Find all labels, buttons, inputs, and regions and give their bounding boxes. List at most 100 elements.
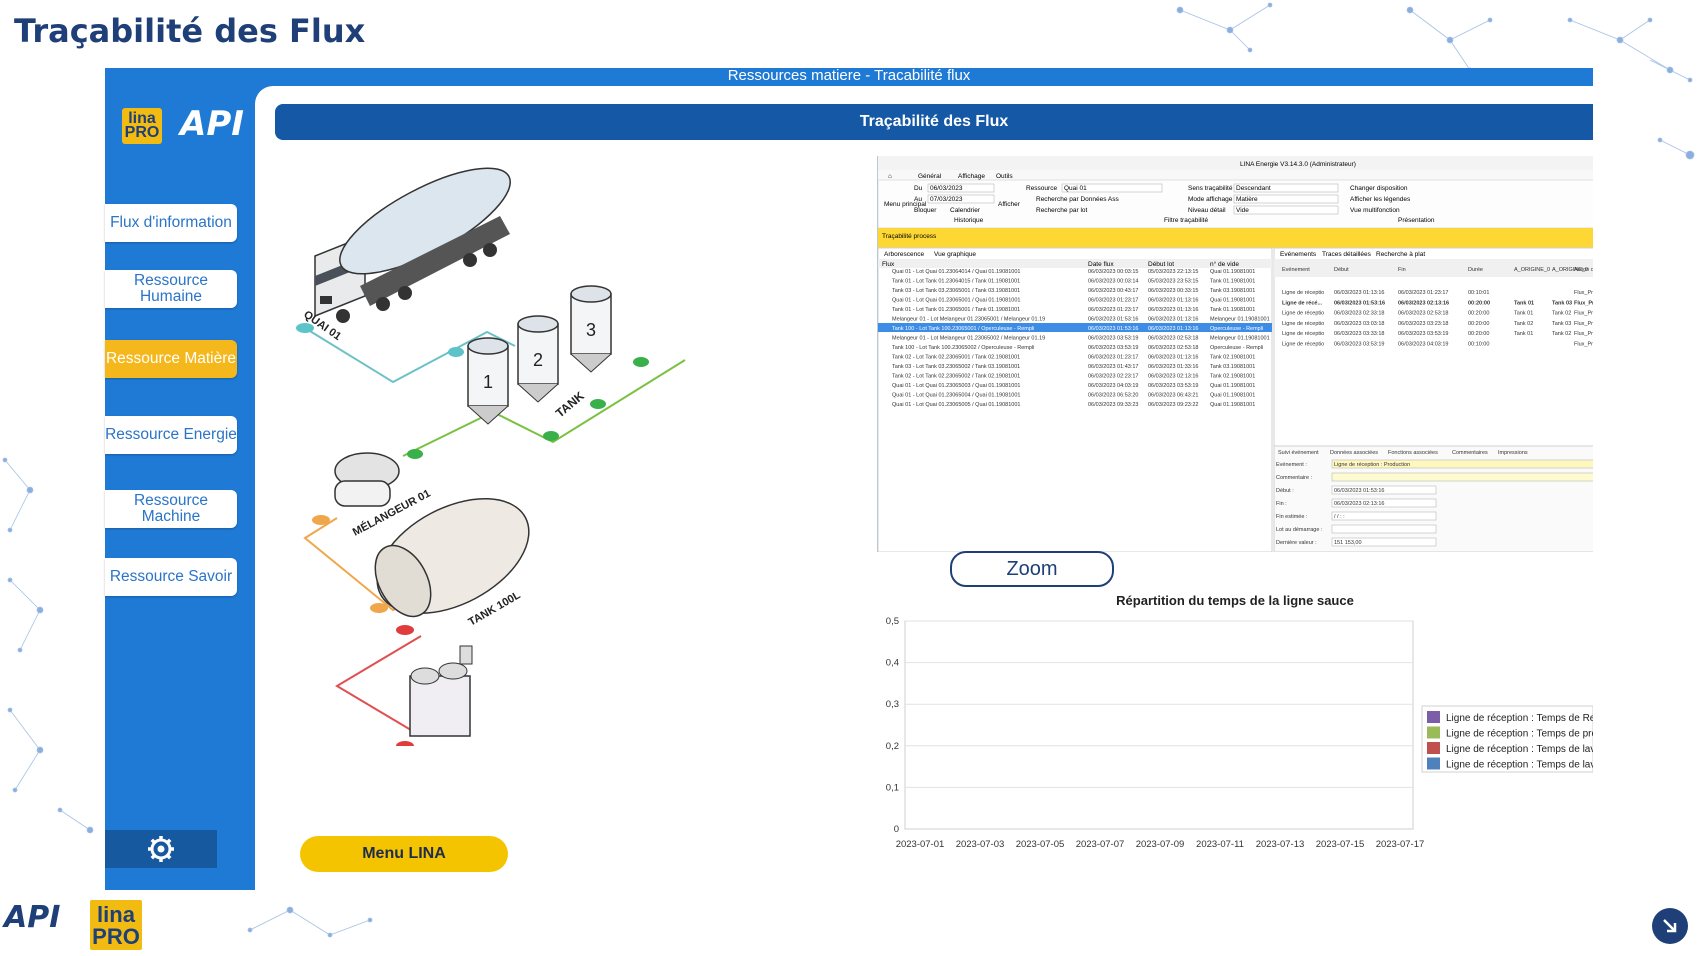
event-cell: 00:10:01 xyxy=(1468,290,1489,296)
chart-xtick: 2023-07-01 xyxy=(896,839,945,850)
tank-100l-outlet-connector xyxy=(396,625,414,635)
tree-row[interactable]: Tank 100 - Lot Tank 100.23065001 / Operc… xyxy=(878,323,1272,332)
event-cell: Ligne de réceptio xyxy=(1282,290,1324,296)
vue-multifonction-button[interactable]: Vue multifonction xyxy=(1350,207,1400,214)
sidebar-item-ressource-energie[interactable]: Ressource Energie xyxy=(105,416,237,454)
event-cell: Flux_Pro xyxy=(1574,311,1593,317)
detail-tab[interactable]: Données associées xyxy=(1330,450,1378,456)
filtre-group-label: Filtre traçabilité xyxy=(1164,217,1208,224)
application-window: Ressources matiere - Tracabilité flux li… xyxy=(105,68,1593,890)
event-cell: 06/03/2023 01:53:16 xyxy=(1334,300,1385,306)
tree-cell: 06/03/2023 06:43:21 xyxy=(1148,393,1198,399)
ribbon-tab-affichage[interactable]: Affichage xyxy=(958,173,985,180)
chart-xtick: 2023-07-03 xyxy=(956,839,1005,850)
du-input[interactable]: 06/03/2023 xyxy=(930,185,963,192)
detail-field-input[interactable] xyxy=(1331,524,1437,534)
event-cell: Ligne de réceptio xyxy=(1282,311,1324,317)
settings-button[interactable] xyxy=(105,830,217,868)
event-header[interactable]: Fin xyxy=(1398,267,1406,273)
tree-header-debut[interactable]: Début lot xyxy=(1148,261,1174,268)
tank-inlet-connector xyxy=(448,347,464,357)
tree-cell: Tank 01.19081001 xyxy=(1210,307,1255,313)
tree-cell: Tank 03.19081001 xyxy=(1210,288,1255,294)
tree-cell: 06/03/2023 01:13:16 xyxy=(1148,317,1198,323)
mode-select[interactable]: Matière xyxy=(1236,196,1258,203)
detail-tab[interactable]: Suivi événement xyxy=(1278,450,1319,456)
detail-tab[interactable]: Commentaires xyxy=(1452,450,1488,456)
chart-xtick: 2023-07-11 xyxy=(1196,839,1244,850)
chart-title: Répartition du temps de la ligne sauce xyxy=(1116,593,1354,608)
event-header[interactable]: Evénement xyxy=(1282,267,1310,273)
resize-corner-button[interactable] xyxy=(1652,908,1688,944)
chart-legend-swatch xyxy=(1427,757,1440,770)
sidebar-item-ressource-humaine[interactable]: Ressource Humaine xyxy=(105,270,237,308)
changer-disposition-button[interactable]: Changer disposition xyxy=(1350,185,1408,192)
detail-field-value: 06/03/2023 01:53:16 xyxy=(1334,488,1384,494)
detail-field-input[interactable] xyxy=(1331,472,1593,482)
arrow-down-right-icon xyxy=(1663,919,1677,933)
embedded-window-title: LINA Energie V3.14.3.0 (Administrateur) xyxy=(1240,161,1356,168)
sidebar-item-flux-information[interactable]: Flux d'information xyxy=(105,204,237,242)
left-tab-vue-graphique[interactable]: Vue graphique xyxy=(934,251,976,258)
sidebar-item-ressource-machine[interactable]: Ressource Machine xyxy=(105,490,237,528)
menu-lina-button[interactable]: Menu LINA xyxy=(300,836,508,872)
ressource-select[interactable]: Quai 01 xyxy=(1064,185,1087,192)
event-cell: 06/03/2023 01:23:17 xyxy=(1398,290,1448,296)
melangeur-outlet-connector xyxy=(312,515,330,525)
tree-header-vide[interactable]: n° de vide xyxy=(1210,260,1239,268)
right-tab-recherche[interactable]: Recherche à plat xyxy=(1376,251,1425,258)
event-cell: 00:20:00 xyxy=(1468,311,1489,317)
lina-energie-screenshot: LINA Energie V3.14.3.0 (Administrateur) … xyxy=(877,156,1593,552)
ribbon-tab-general[interactable]: Général xyxy=(918,173,942,180)
tree-cell: Quai 01 - Lot Quai 01.23065005 / Quai 01… xyxy=(892,402,1020,408)
tree-cell: 06/03/2023 03:53:19 xyxy=(1088,345,1138,351)
right-tab-traces[interactable]: Traces détaillées xyxy=(1322,251,1372,258)
sens-select[interactable]: Descendant xyxy=(1236,185,1271,192)
zoom-button[interactable]: Zoom xyxy=(950,551,1114,587)
afficher-button[interactable]: Afficher xyxy=(998,201,1021,208)
chart-legend-label: Ligne de réception : Temps de Remplissag… xyxy=(1446,713,1593,724)
right-tab-evenements[interactable]: Evénements xyxy=(1280,251,1317,258)
network-decoration-bottom xyxy=(247,906,373,938)
detail-field-input[interactable] xyxy=(1331,511,1437,521)
window-title: Ressources matiere - Tracabilité flux xyxy=(727,67,971,84)
au-input[interactable]: 07/03/2023 xyxy=(930,196,963,203)
bloquer-button[interactable]: Bloquer xyxy=(914,207,937,214)
tree-header-flux[interactable]: Flux xyxy=(882,261,895,268)
recherche-donnees-button[interactable]: Recherche par Données Ass xyxy=(1036,196,1119,203)
detail-field-label: Commentaire : xyxy=(1276,475,1313,481)
afficher-legendes-checkbox[interactable]: Afficher les légendes xyxy=(1350,196,1411,203)
event-cell: 00:10:00 xyxy=(1468,342,1489,348)
recherche-lot-button[interactable]: Recherche par lot xyxy=(1036,207,1087,214)
mode-label: Mode affichage xyxy=(1188,196,1233,203)
niveau-select[interactable]: Vide xyxy=(1236,207,1249,214)
tree-cell: Quai 01 - Lot Quai 01.23065003 / Quai 01… xyxy=(892,383,1020,389)
tree-cell: 06/03/2023 01:23:17 xyxy=(1088,298,1138,304)
event-cell: 06/03/2023 03:53:19 xyxy=(1398,331,1448,337)
sidebar-item-ressource-matiere[interactable]: Ressource Matière xyxy=(105,340,237,378)
event-header[interactable]: Durée xyxy=(1468,267,1483,273)
tank-outlet-connector-2 xyxy=(590,399,606,409)
event-header[interactable]: A_ORIGINE_0 xyxy=(1514,267,1550,273)
home-icon[interactable]: ⌂ xyxy=(888,173,892,180)
event-cell: Flux_Pro xyxy=(1574,331,1593,337)
tree-cell: 06/03/2023 00:43:17 xyxy=(1088,288,1138,294)
tank-outlet-connector-1 xyxy=(633,357,649,367)
event-header[interactable]: Début xyxy=(1334,267,1349,273)
sidebar-item-ressource-savoir[interactable]: Ressource Savoir xyxy=(105,558,237,596)
detail-field-label: Dernière valeur : xyxy=(1276,540,1317,546)
historique-group-label: Historique xyxy=(954,217,984,224)
tree-cell: 06/03/2023 01:23:17 xyxy=(1088,355,1138,361)
tree-cell: 06/03/2023 09:23:22 xyxy=(1148,402,1198,408)
detail-tab[interactable]: Fonctions associées xyxy=(1388,450,1438,456)
detail-tab[interactable]: Impressions xyxy=(1498,450,1528,456)
lina-logo: lina PRO xyxy=(122,108,162,144)
chart-ytick: 0,4 xyxy=(886,658,899,669)
ribbon-tab-outils[interactable]: Outils xyxy=(996,173,1013,180)
tree-cell: 06/03/2023 01:13:16 xyxy=(1148,355,1198,361)
event-header[interactable]: Action de stock xyxy=(1574,267,1593,273)
tree-cell: Tank 03 - Lot Tank 03.23065001 / Tank 03… xyxy=(892,288,1020,294)
calendrier-button[interactable]: Calendrier xyxy=(950,207,981,214)
left-tab-arborescence[interactable]: Arborescence xyxy=(884,251,924,258)
tree-header-date[interactable]: Date flux xyxy=(1088,261,1114,268)
